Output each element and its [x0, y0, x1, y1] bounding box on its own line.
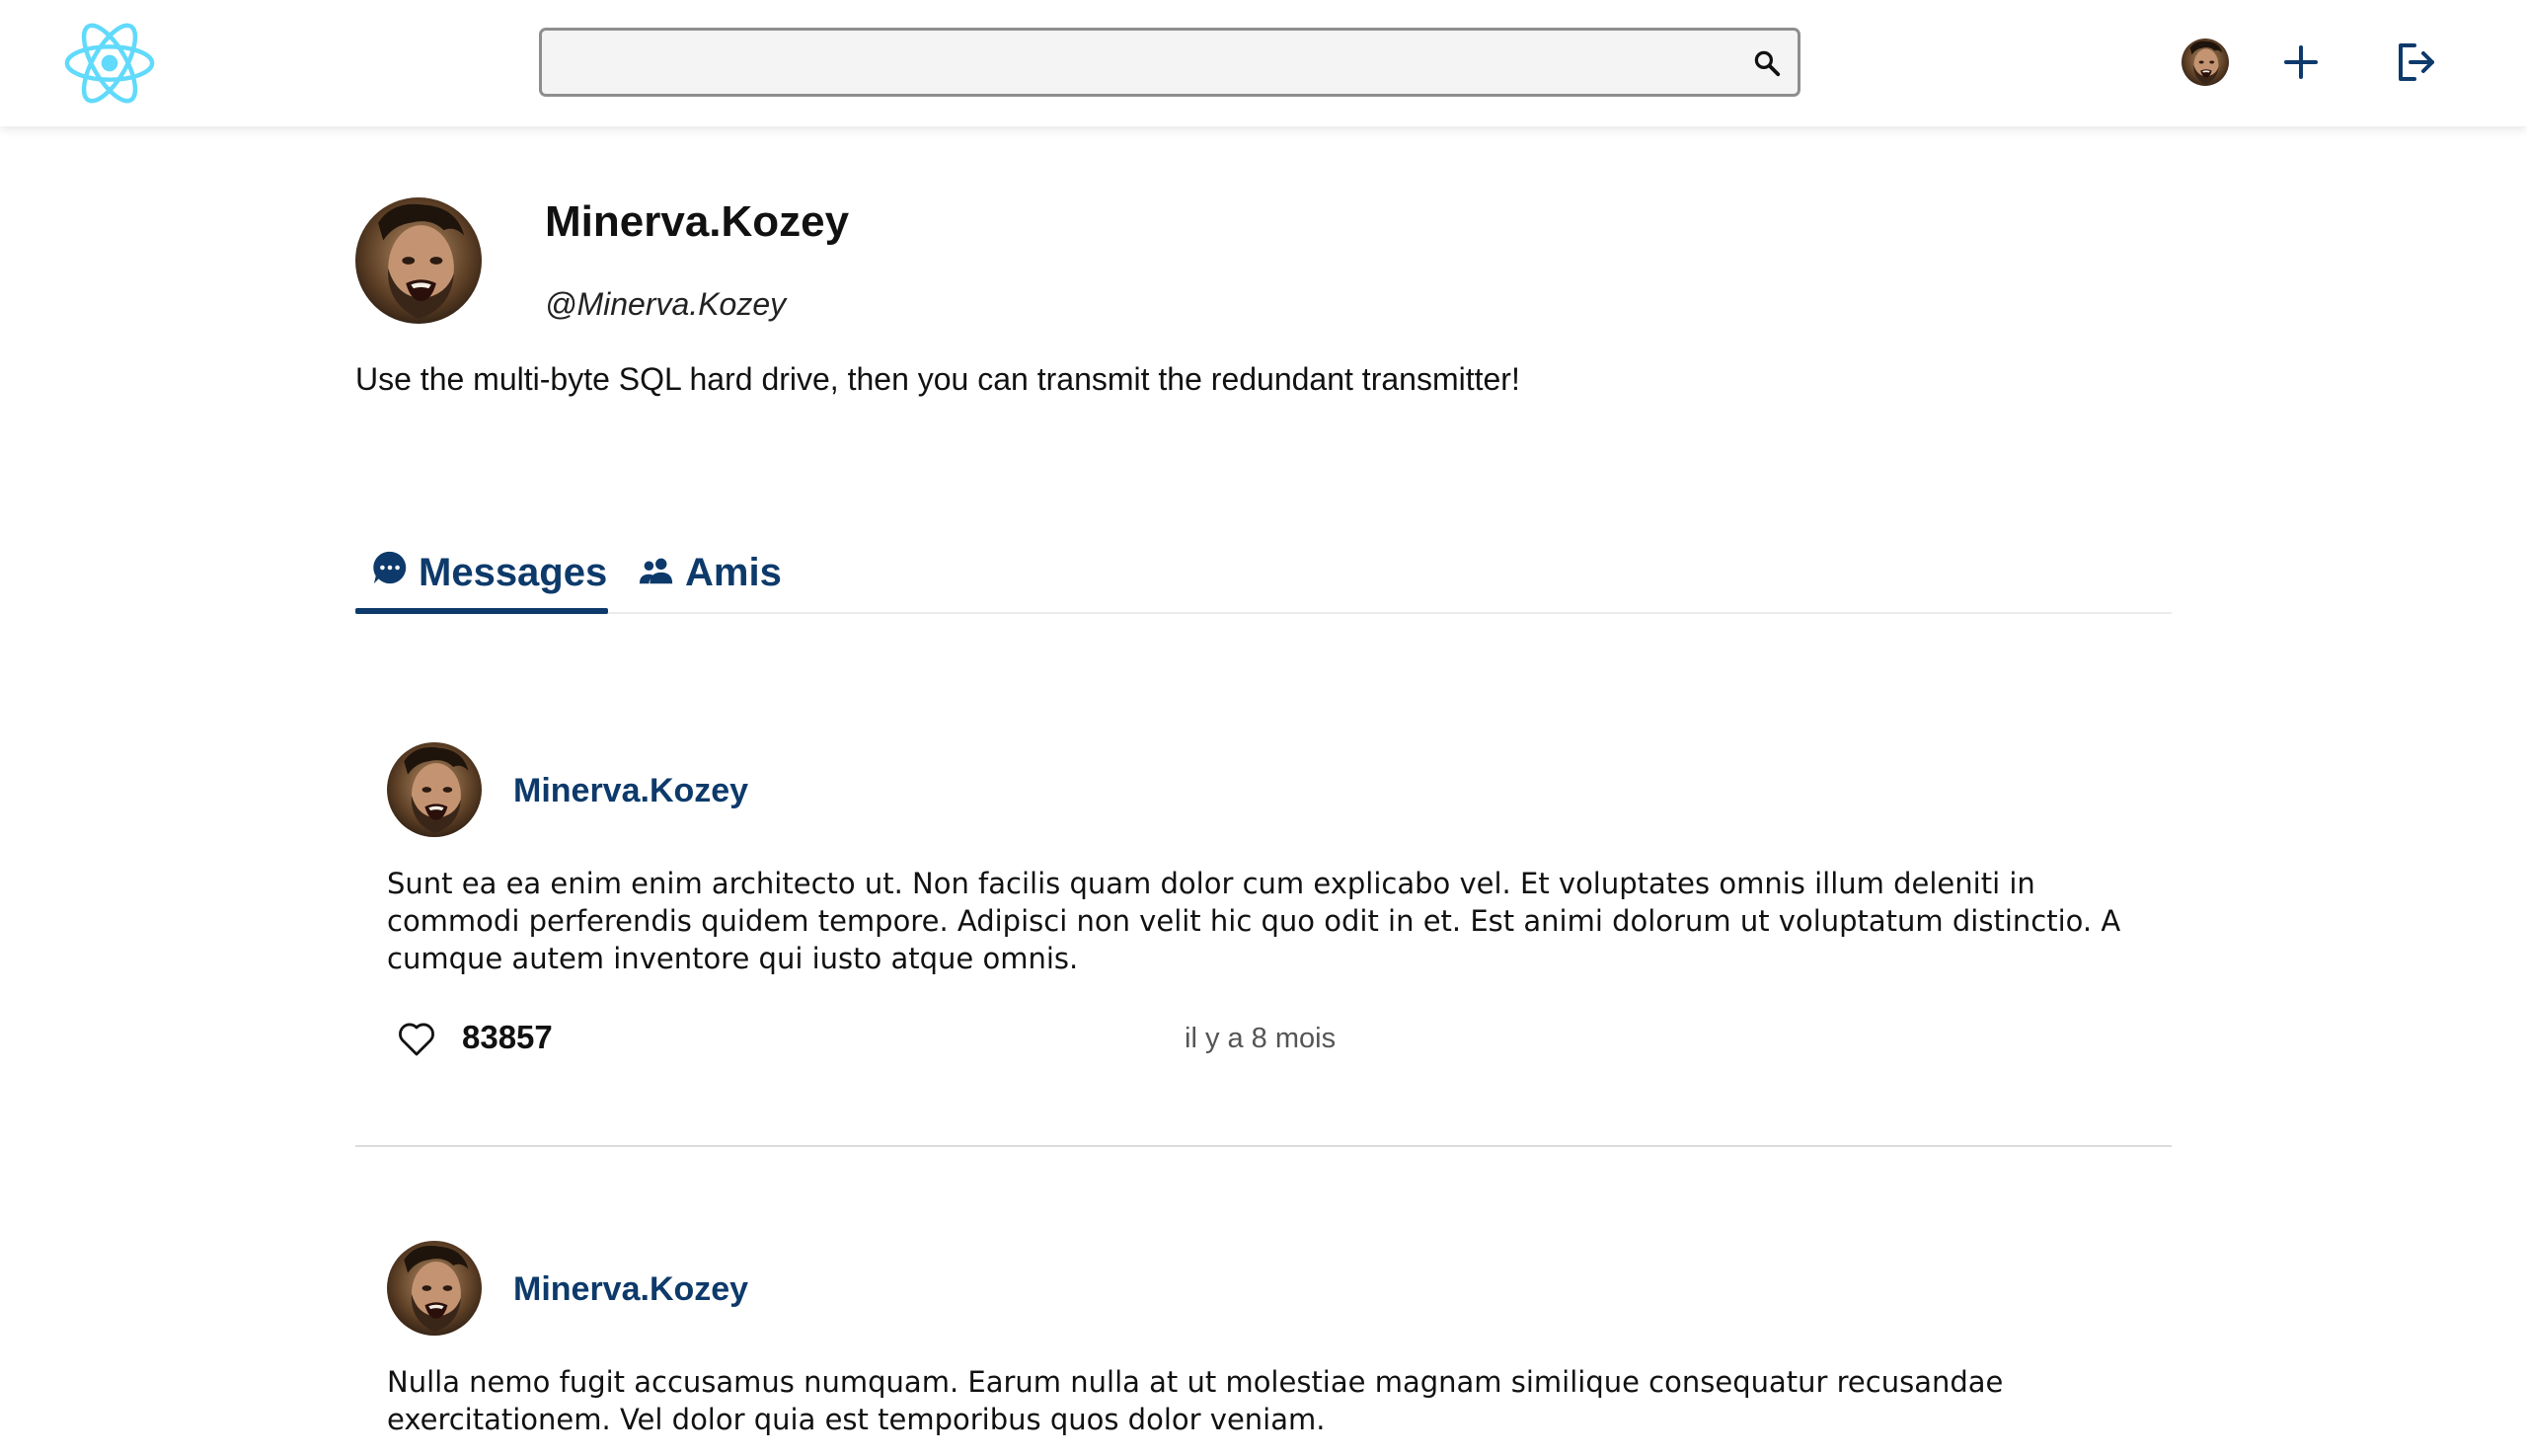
react-atom-logo[interactable]: [61, 17, 158, 110]
post-author-avatar[interactable]: [387, 742, 482, 837]
profile-tabs: Messages Amis: [355, 533, 2172, 614]
profile-handle: @Minerva.Kozey: [545, 286, 787, 322]
post-actions: 83857 il y a 8 mois: [395, 1017, 2132, 1060]
search-icon[interactable]: [1752, 48, 1782, 78]
user-avatar[interactable]: [2182, 38, 2229, 86]
post-body: Sunt ea ea enim enim architecto ut. Non …: [387, 867, 2121, 975]
post-card: Minerva.Kozey Sunt ea ea enim enim archi…: [355, 730, 2172, 1147]
profile-avatar: [355, 197, 482, 324]
post-body: Nulla nemo fugit accusamus numquam. Earu…: [387, 1365, 2004, 1436]
profile-bio: Use the multi-byte SQL hard drive, then …: [355, 361, 1520, 397]
like-count: 83857: [462, 1019, 553, 1055]
plus-icon[interactable]: [2280, 41, 2322, 83]
top-navbar: [0, 0, 2527, 126]
tab-label: Amis: [685, 550, 782, 594]
active-tab-indicator: [355, 608, 608, 614]
post-author-name[interactable]: Minerva.Kozey: [513, 1270, 748, 1309]
logout-icon[interactable]: [2393, 39, 2438, 85]
tab-label: Messages: [419, 550, 608, 594]
tab-messages[interactable]: Messages: [355, 533, 608, 614]
post-author-name[interactable]: Minerva.Kozey: [513, 772, 748, 810]
search-input[interactable]: [542, 31, 1707, 94]
post-author-avatar[interactable]: [387, 1241, 482, 1336]
post-card: Minerva.Kozey Nulla nemo fugit accusamus…: [355, 1229, 2172, 1456]
chat-bubble-icon: [371, 549, 419, 596]
people-icon: [638, 551, 685, 595]
tab-friends[interactable]: Amis: [638, 533, 782, 612]
heart-outline-icon[interactable]: [395, 1017, 438, 1060]
profile-name: Minerva.Kozey: [545, 197, 850, 246]
post-timestamp: il y a 8 mois: [1185, 1023, 1337, 1054]
search-bar: [539, 28, 1800, 97]
